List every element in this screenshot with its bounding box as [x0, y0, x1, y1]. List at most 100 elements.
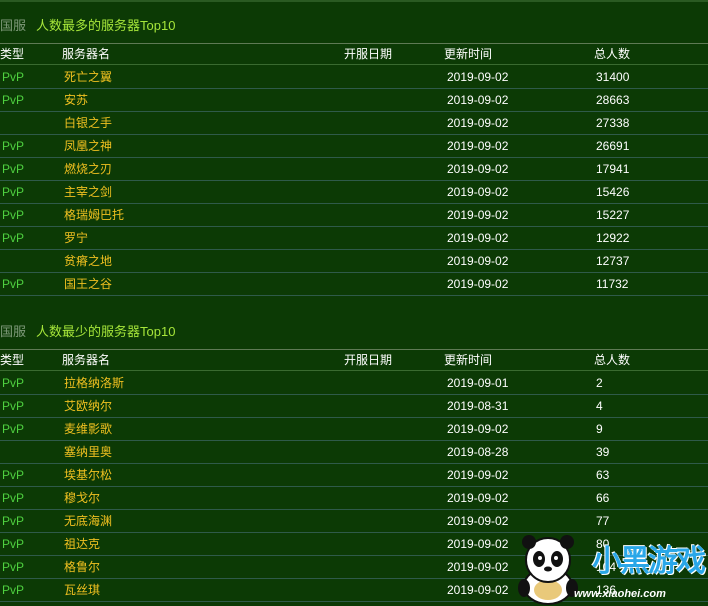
row-total: 4 [596, 399, 603, 413]
row-total: 9 [596, 422, 603, 436]
server-name-link[interactable]: 罗宁 [64, 227, 88, 249]
row-type: PvP [2, 162, 25, 176]
row-update-time: 2019-09-02 [447, 208, 509, 222]
server-name-link[interactable]: 塞纳里奥 [64, 441, 112, 463]
table-row: PvP 燃烧之刃 2019-09-02 17941 [0, 158, 708, 181]
region-label: 国服 [0, 18, 27, 33]
top-divider [0, 0, 708, 2]
row-type: PvP [2, 139, 25, 153]
table-row: 塞纳里奥 2019-08-28 39 [0, 441, 708, 464]
server-name-link[interactable]: 艾欧纳尔 [64, 395, 112, 417]
row-update-time: 2019-09-02 [447, 491, 509, 505]
row-type: PvP [2, 468, 25, 482]
server-name-link[interactable]: 麦维影歌 [64, 418, 112, 440]
table-row: 贫瘠之地 2019-09-02 12737 [0, 250, 708, 273]
row-total: 31400 [596, 70, 630, 84]
row-update-time: 2019-09-02 [447, 422, 509, 436]
server-name-link[interactable]: 国王之谷 [64, 273, 112, 295]
table-title: 人数最多的服务器Top10 [36, 18, 176, 33]
row-type: PvP [2, 583, 25, 597]
row-update-time: 2019-09-02 [447, 162, 509, 176]
row-update-time: 2019-09-02 [447, 468, 509, 482]
row-total: 17941 [596, 162, 630, 176]
row-update-time: 2019-09-02 [447, 93, 509, 107]
header-open-date: 开服日期 [344, 353, 393, 367]
region-label: 国服 [0, 324, 27, 339]
row-type: PvP [2, 93, 25, 107]
row-type: PvP [2, 376, 25, 390]
table-row: PvP 拉格纳洛斯 2019-09-01 2 [0, 372, 708, 395]
watermark-brand: 小黑游戏 [592, 545, 706, 578]
row-total: 77 [596, 514, 610, 528]
row-update-time: 2019-09-02 [447, 139, 509, 153]
table-row: PvP 格瑞姆巴托 2019-09-02 15227 [0, 204, 708, 227]
server-name-link[interactable]: 主宰之剑 [64, 181, 112, 203]
page: 国服 人数最多的服务器Top10 类型 服务器名 开服日期 更新时间 总人数 Pv… [0, 0, 708, 606]
watermark: 小黑游戏 www.xiaohei.com [512, 530, 708, 606]
row-total: 28663 [596, 93, 630, 107]
header-type: 类型 [0, 353, 25, 367]
server-name-link[interactable]: 死亡之翼 [64, 66, 112, 88]
header-name: 服务器名 [62, 353, 111, 367]
table-row: PvP 安苏 2019-09-02 28663 [0, 89, 708, 112]
row-update-time: 2019-09-02 [447, 277, 509, 291]
server-name-link[interactable]: 穆戈尔 [64, 487, 100, 509]
header-update-time: 更新时间 [444, 353, 493, 367]
header-total: 总人数 [594, 47, 631, 61]
row-type: PvP [2, 491, 25, 505]
row-total: 39 [596, 445, 610, 459]
row-type: PvP [2, 560, 25, 574]
server-name-link[interactable]: 安苏 [64, 89, 88, 111]
row-total: 66 [596, 491, 610, 505]
table-row: PvP 国王之谷 2019-09-02 11732 [0, 273, 708, 296]
row-total: 63 [596, 468, 610, 482]
table-header-most: 类型 服务器名 开服日期 更新时间 总人数 [0, 43, 708, 65]
row-type: PvP [2, 208, 25, 222]
table-row: PvP 罗宁 2019-09-02 12922 [0, 227, 708, 250]
table-title: 人数最少的服务器Top10 [36, 324, 176, 339]
server-name-link[interactable]: 凤凰之神 [64, 135, 112, 157]
row-update-time: 2019-09-02 [447, 583, 509, 597]
server-name-link[interactable]: 燃烧之刃 [64, 158, 112, 180]
section-title-most: 国服 人数最多的服务器Top10 [0, 15, 175, 37]
server-name-link[interactable]: 瓦丝琪 [64, 579, 100, 601]
row-update-time: 2019-09-02 [447, 514, 509, 528]
server-name-link[interactable]: 埃基尔松 [64, 464, 112, 486]
row-type: PvP [2, 399, 25, 413]
server-name-link[interactable]: 贫瘠之地 [64, 250, 112, 272]
row-total: 27338 [596, 116, 630, 130]
table-row: PvP 死亡之翼 2019-09-02 31400 [0, 66, 708, 89]
row-type: PvP [2, 422, 25, 436]
table-row: PvP 主宰之剑 2019-09-02 15426 [0, 181, 708, 204]
row-update-time: 2019-09-01 [447, 376, 509, 390]
table-row: 白银之手 2019-09-02 27338 [0, 112, 708, 135]
watermark-url: www.xiaohei.com [574, 588, 666, 600]
server-name-link[interactable]: 无底海渊 [64, 510, 112, 532]
server-name-link[interactable]: 格鲁尔 [64, 556, 100, 578]
table-row: PvP 穆戈尔 2019-09-02 66 [0, 487, 708, 510]
row-total: 2 [596, 376, 603, 390]
row-total: 26691 [596, 139, 630, 153]
row-type: PvP [2, 231, 25, 245]
row-update-time: 2019-09-02 [447, 116, 509, 130]
header-open-date: 开服日期 [344, 47, 393, 61]
row-update-time: 2019-09-02 [447, 231, 509, 245]
server-name-link[interactable]: 格瑞姆巴托 [64, 204, 124, 226]
row-type: PvP [2, 514, 25, 528]
server-name-link[interactable]: 祖达克 [64, 533, 100, 555]
row-type: PvP [2, 277, 25, 291]
row-total: 15426 [596, 185, 630, 199]
server-name-link[interactable]: 拉格纳洛斯 [64, 372, 124, 394]
server-name-link[interactable]: 白银之手 [64, 112, 112, 134]
header-update-time: 更新时间 [444, 47, 493, 61]
row-update-time: 2019-09-02 [447, 254, 509, 268]
row-total: 11732 [596, 277, 629, 291]
table-row: PvP 凤凰之神 2019-09-02 26691 [0, 135, 708, 158]
row-type: PvP [2, 70, 25, 84]
row-update-time: 2019-09-02 [447, 185, 509, 199]
table-row: PvP 艾欧纳尔 2019-08-31 4 [0, 395, 708, 418]
row-total: 15227 [596, 208, 630, 222]
row-type: PvP [2, 537, 25, 551]
row-total: 12922 [596, 231, 630, 245]
header-type: 类型 [0, 47, 25, 61]
